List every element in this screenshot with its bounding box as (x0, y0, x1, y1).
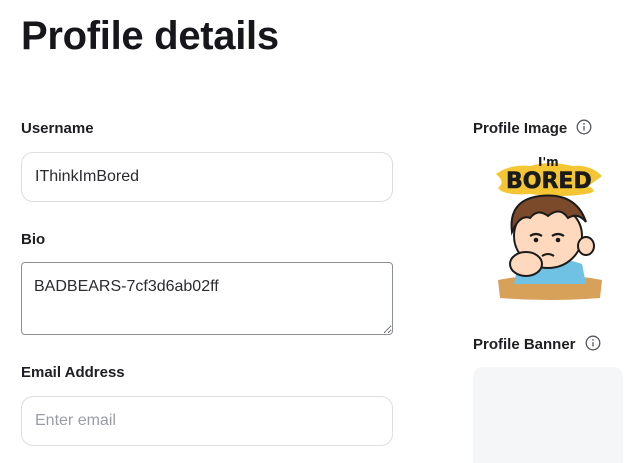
info-circle-icon[interactable] (585, 335, 601, 351)
profile-banner-label-row: Profile Banner (473, 335, 601, 353)
profile-banner-upload[interactable] (473, 367, 623, 463)
profile-image[interactable]: I'm BORED (490, 152, 608, 300)
bio-textarea[interactable]: BADBEARS-7cf3d6ab02ff (21, 262, 393, 335)
username-label: Username (21, 120, 94, 137)
sticker-text-main: BORED (506, 169, 592, 194)
profile-banner-label: Profile Banner (473, 336, 576, 353)
bio-label: Bio (21, 231, 46, 248)
sticker-text-top: I'm (538, 155, 559, 169)
bored-sticker-image: I'm BORED (496, 155, 602, 300)
profile-image-label: Profile Image (473, 120, 568, 137)
profile-image-label-row: Profile Image (473, 119, 592, 137)
info-circle-icon[interactable] (576, 119, 592, 135)
page-title: Profile details (21, 14, 279, 58)
email-input[interactable] (21, 396, 393, 446)
username-input[interactable] (21, 152, 393, 202)
email-label: Email Address (21, 364, 125, 381)
profile-details-page: Profile details Username Bio BADBEARS-7c… (0, 0, 626, 463)
